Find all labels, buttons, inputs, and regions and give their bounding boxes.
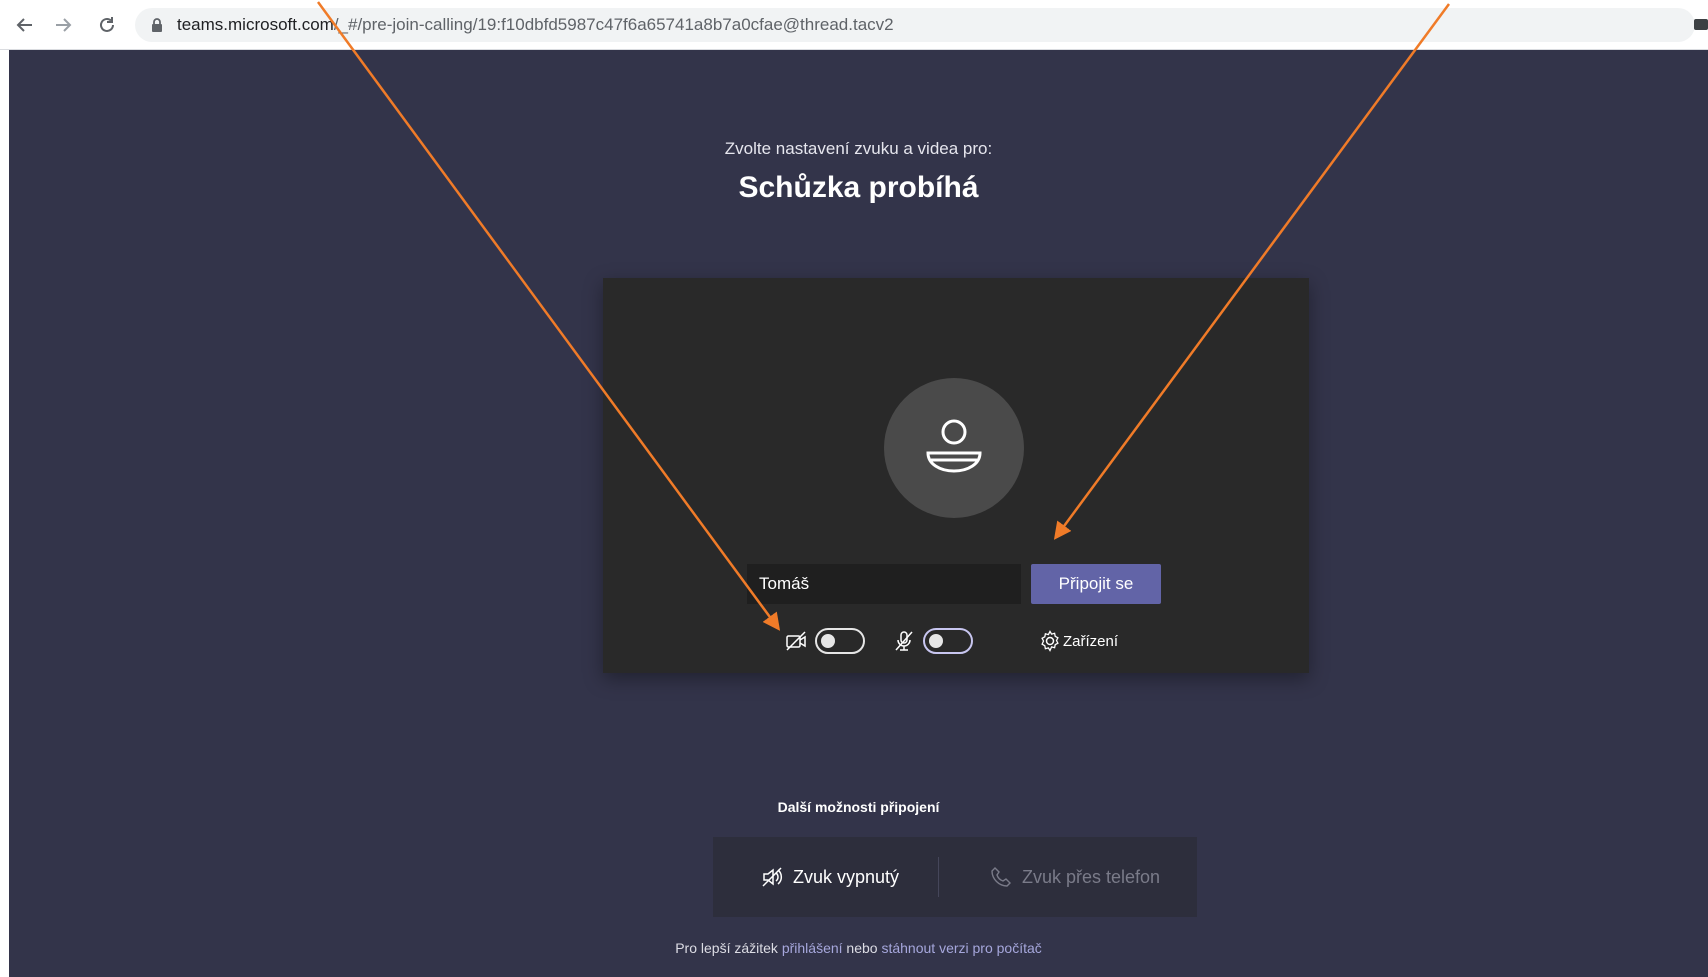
browser-toolbar: teams.microsoft.com/_#/pre-join-calling/… (0, 0, 1708, 50)
phone-audio-label: Zvuk přes telefon (1022, 866, 1161, 887)
audio-off-label: Zvuk vypnutý (793, 866, 900, 887)
url-path: /_#/pre-join-calling/19:f10dbfd5987c47f6… (333, 15, 894, 34)
display-name-input[interactable] (747, 564, 1021, 604)
forward-arrow-icon (56, 18, 72, 32)
url-host: teams.microsoft.com (177, 15, 334, 34)
options-divider (938, 857, 939, 897)
prejoin-subtitle: Zvolte nastavení zvuku a videa pro: (724, 139, 993, 158)
teams-prejoin-screen: Zvolte nastavení zvuku a videa pro: Schů… (9, 50, 1708, 977)
back-button[interactable] (10, 10, 40, 40)
join-meeting-button[interactable]: Připojit se (1031, 564, 1161, 604)
video-preview-panel: Připojit se Zařízení (603, 278, 1309, 673)
mic-toggle[interactable] (923, 628, 973, 654)
mic-off-icon (895, 631, 913, 651)
footer-middle: nebo (846, 940, 878, 956)
gear-icon[interactable] (1039, 630, 1061, 652)
meeting-title: Schůzka probíhá (738, 171, 979, 204)
reload-icon (100, 17, 114, 32)
camera-toggle-knob (821, 634, 835, 648)
person-icon (926, 419, 982, 473)
avatar (884, 378, 1024, 518)
more-join-options: Zvuk vypnutý Zvuk přes telefon (713, 837, 1197, 917)
camera-off-icon (786, 631, 806, 651)
phone-icon (991, 867, 1011, 887)
speaker-off-icon (762, 867, 783, 887)
audio-off-option[interactable]: Zvuk vypnutý (761, 837, 899, 917)
forward-button[interactable] (48, 10, 78, 40)
footer-prefix: Pro lepší zážitek (675, 940, 778, 956)
phone-audio-option[interactable]: Zvuk přes telefon (990, 837, 1160, 917)
back-arrow-icon (16, 18, 32, 32)
mic-toggle-knob (929, 634, 943, 648)
more-join-options-title: Další možnosti připojení (777, 799, 940, 815)
footer-hint: Pro lepší zážitek přihlášení nebo stáhno… (9, 940, 1708, 956)
device-controls: Zařízení (603, 625, 1309, 655)
devices-button[interactable]: Zařízení (1063, 633, 1118, 650)
camera-toggle[interactable] (815, 628, 865, 654)
url-text: teams.microsoft.com/_#/pre-join-calling/… (177, 15, 894, 35)
download-app-link[interactable]: stáhnout verzi pro počítač (881, 940, 1041, 956)
signin-link[interactable]: přihlášení (782, 940, 843, 956)
camera-indicator-icon[interactable] (1694, 19, 1708, 30)
lock-icon (152, 18, 162, 32)
reload-button[interactable] (92, 10, 122, 40)
address-bar[interactable]: teams.microsoft.com/_#/pre-join-calling/… (135, 8, 1695, 42)
